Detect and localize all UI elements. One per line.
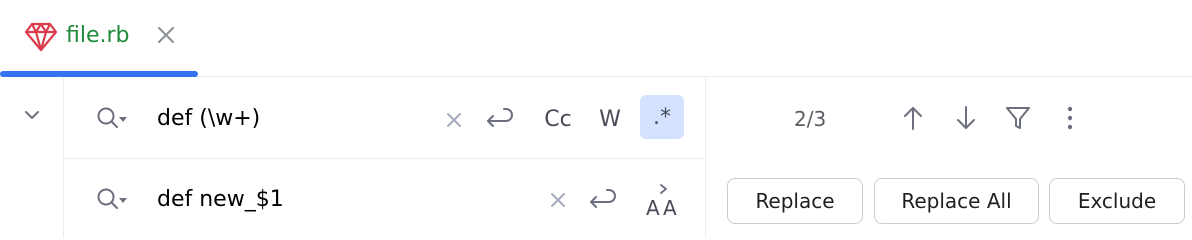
clear-icon [447, 113, 461, 127]
clear-icon [551, 193, 565, 207]
previous-occurrence-button[interactable] [900, 103, 926, 133]
replace-all-button[interactable]: Replace All [874, 178, 1039, 224]
match-counter: 2/3 [794, 107, 827, 131]
close-icon[interactable] [155, 24, 177, 46]
replace-row: A A [65, 159, 705, 238]
filter-button[interactable] [1003, 103, 1033, 133]
next-occurrence-button[interactable] [953, 103, 979, 133]
replace-history-icon[interactable] [95, 186, 131, 212]
svg-text:A: A [663, 196, 677, 219]
find-row: Cc W .* [65, 77, 705, 159]
ruby-gem-icon [24, 22, 58, 52]
replace-input[interactable] [157, 186, 437, 214]
replace-multiline-button[interactable] [584, 185, 618, 215]
whole-words-button[interactable]: W [593, 103, 627, 135]
editor-tab-bar: file.rb [0, 0, 1192, 77]
more-vertical-icon [1067, 106, 1073, 130]
chevron-down-icon[interactable] [22, 105, 42, 125]
svg-text:A: A [646, 196, 660, 219]
preserve-case-icon: A A [646, 184, 677, 219]
clear-replace-button[interactable] [545, 187, 571, 213]
regex-button[interactable]: .* [640, 95, 684, 139]
search-results-panel: 2/3 Replace Replace All Exclude [705, 77, 1192, 238]
arrow-up-icon [904, 107, 922, 130]
tab-label: file.rb [66, 23, 130, 48]
match-case-button[interactable]: Cc [537, 103, 579, 135]
clear-find-button[interactable] [441, 107, 467, 133]
preserve-case-button[interactable]: A A [643, 181, 683, 219]
multiline-button[interactable] [481, 104, 515, 134]
arrow-down-icon [957, 106, 975, 129]
replace-button[interactable]: Replace [727, 178, 863, 224]
newline-icon [590, 189, 616, 208]
toggle-replace-gutter [0, 77, 64, 238]
more-options-button[interactable] [1058, 103, 1082, 133]
newline-icon [487, 108, 513, 127]
filter-icon [1006, 107, 1030, 129]
find-input[interactable] [157, 105, 437, 133]
tab-file-rb[interactable]: file.rb [0, 0, 198, 77]
search-history-icon[interactable] [95, 105, 131, 131]
exclude-button[interactable]: Exclude [1049, 178, 1185, 224]
